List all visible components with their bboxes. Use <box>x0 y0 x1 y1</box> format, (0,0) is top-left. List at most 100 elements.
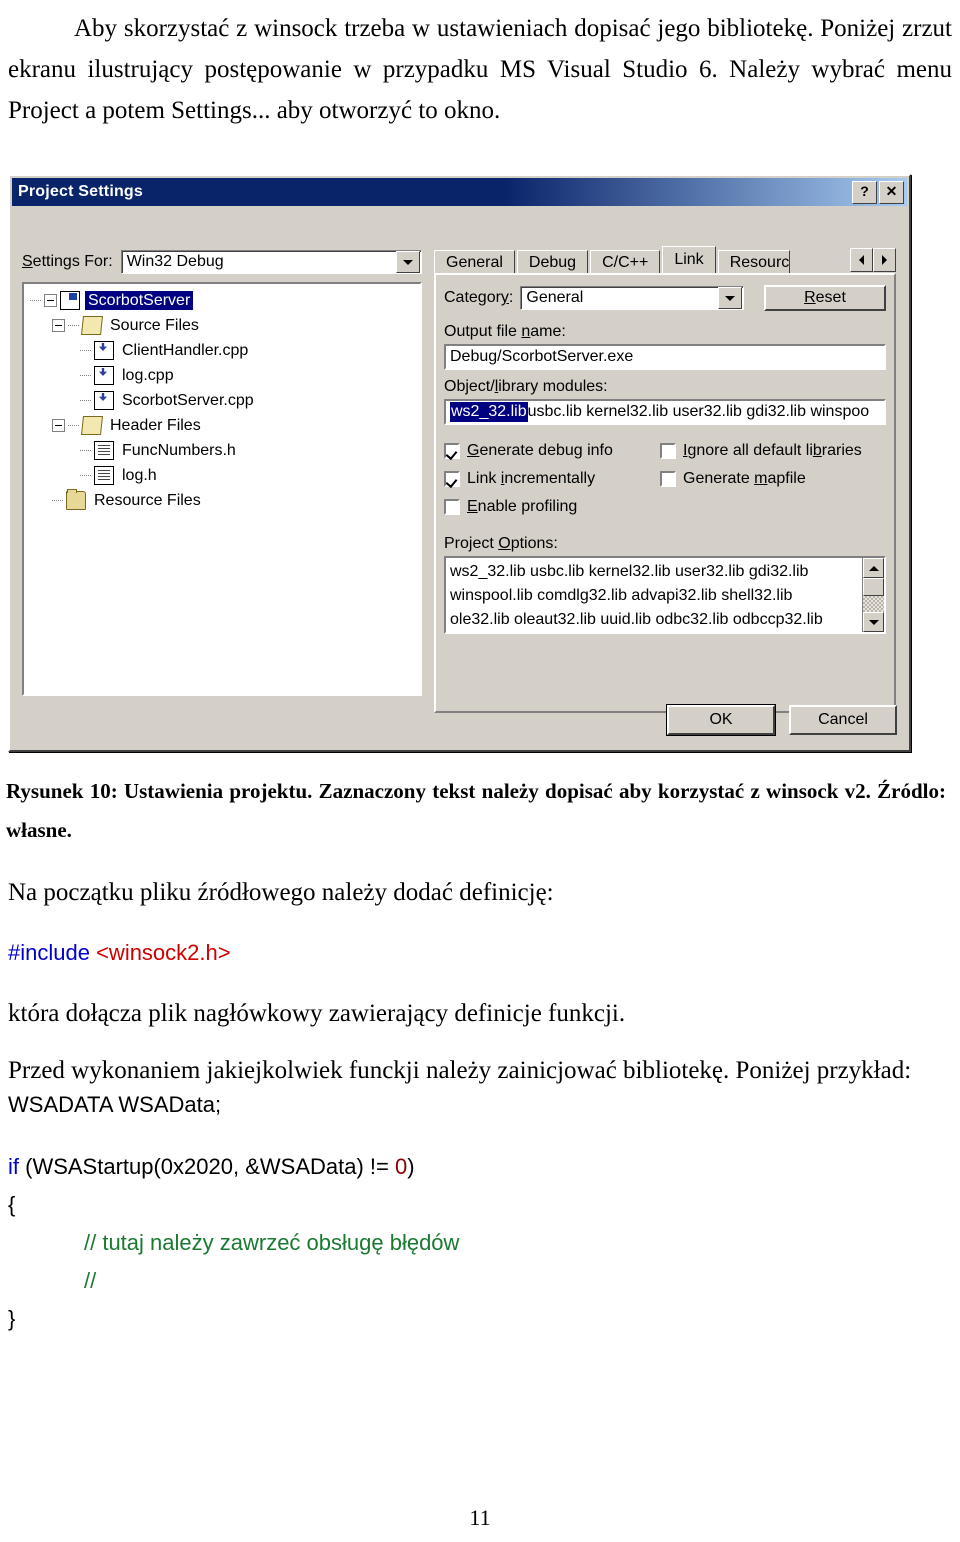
tree-item-label: Source Files <box>110 317 199 334</box>
header-file-icon <box>94 441 114 460</box>
checkbox-icon[interactable] <box>444 499 460 515</box>
project-options-line: ole32.lib oleaut32.lib uuid.lib odbc32.l… <box>450 611 823 628</box>
tree-line <box>80 400 92 401</box>
tree-line <box>68 425 80 426</box>
tree-line <box>52 500 64 501</box>
project-icon <box>60 291 80 310</box>
project-options-line: ws2_32.lib usbc.lib kernel32.lib user32.… <box>450 563 809 580</box>
checkbox-row: Generate debug info Ignore all default l… <box>444 437 886 465</box>
category-row: Category: General Reset <box>444 285 886 311</box>
intro-text-block: Aby skorzystać z winsock trzeba w ustawi… <box>8 8 952 131</box>
tab-link[interactable]: Link <box>662 246 716 273</box>
tree-item-label: ClientHandler.cpp <box>122 342 249 359</box>
tree-item-label: log.h <box>122 467 157 484</box>
left-pane: Settings For: Win32 Debug ScorbotServer <box>22 250 422 696</box>
tree-item-label: FuncNumbers.h <box>122 442 236 459</box>
output-file-value: Debug/ScorbotServer.exe <box>450 348 634 365</box>
tree-item-resource-files[interactable]: Resource Files <box>24 488 420 513</box>
object-modules-input[interactable]: ws2_32.lib usbc.lib kernel32.lib user32.… <box>444 399 886 425</box>
tree-item-scorbotserver-cpp[interactable]: ScorbotServer.cpp <box>24 388 420 413</box>
category-combo[interactable]: General <box>520 286 744 310</box>
scrollbar-track[interactable] <box>863 596 884 612</box>
output-file-label: Output file name: <box>444 323 566 340</box>
para-header-desc: która dołącza plik nagłówkowy zawierając… <box>8 1000 626 1027</box>
collapse-toggle-icon[interactable] <box>44 294 57 307</box>
para-add-definition: Na początku pliku źródłowego należy doda… <box>8 879 554 906</box>
project-options-line: winspool.lib comdlg32.lib advapi32.lib s… <box>450 587 793 604</box>
tree-line <box>80 375 92 376</box>
scrollbar-thumb[interactable] <box>863 578 884 596</box>
checkbox-generate-debug-info[interactable]: Generate debug info <box>444 442 660 460</box>
settings-for-combo[interactable]: Win32 Debug <box>120 250 422 274</box>
checkbox-enable-profiling[interactable]: Enable profiling <box>444 498 660 516</box>
checkbox-ignore-default-libraries[interactable]: Ignore all default libraries <box>660 442 862 460</box>
tab-c-cpp[interactable]: C/C++ <box>590 250 661 273</box>
code-if-expression: (WSAStartup(0x2020, &WSAData) != <box>19 1154 389 1179</box>
code-sample-block: WSADATA WSAData; if (WSAStartup(0x2020, … <box>8 1086 808 1338</box>
include-keyword: #include <box>8 940 90 965</box>
tree-line <box>80 450 92 451</box>
tree-item-log-cpp[interactable]: log.cpp <box>24 363 420 388</box>
chevron-down-icon[interactable] <box>396 251 420 273</box>
tree-item-source-files[interactable]: Source Files <box>24 313 420 338</box>
include-line: #include <winsock2.h> <box>8 935 952 971</box>
dialog-titlebar: Project Settings ? ✕ <box>12 178 907 206</box>
link-tab-page: Category: General Reset Output file name… <box>434 273 896 713</box>
checkbox-icon[interactable] <box>660 443 676 459</box>
chevron-right-icon[interactable] <box>873 248 896 272</box>
project-settings-dialog: Project Settings ? ✕ Settings For: Win32… <box>8 174 911 752</box>
checkbox-generate-mapfile[interactable]: Generate mapfile <box>660 470 806 488</box>
scroll-up-icon[interactable] <box>863 558 884 578</box>
dialog-action-buttons: OK Cancel <box>666 704 897 736</box>
checkbox-label: Ignore all default libraries <box>683 442 862 459</box>
tree-line <box>30 300 42 301</box>
settings-for-label: Settings For: <box>22 253 113 270</box>
checkbox-icon[interactable] <box>660 471 676 487</box>
checkbox-label: Generate mapfile <box>683 470 806 487</box>
project-tree[interactable]: ScorbotServer Source Files ClientHandler… <box>22 282 422 696</box>
tree-item-log-h[interactable]: log.h <box>24 463 420 488</box>
tree-item-funcnumbers-h[interactable]: FuncNumbers.h <box>24 438 420 463</box>
chevron-left-icon[interactable] <box>850 248 873 272</box>
tab-resource[interactable]: Resource <box>717 250 790 273</box>
project-options-scrollbar[interactable] <box>862 558 884 632</box>
page-number: 11 <box>469 1505 491 1530</box>
ok-button[interactable]: OK <box>666 704 776 736</box>
right-pane: General Debug C/C++ Link Resource Catego… <box>434 246 896 713</box>
tree-item-clienthandler-cpp[interactable]: ClientHandler.cpp <box>24 338 420 363</box>
tree-item-label: log.cpp <box>122 367 174 384</box>
collapse-toggle-icon[interactable] <box>52 419 65 432</box>
tree-item-label: Header Files <box>110 417 201 434</box>
project-options-box[interactable]: ws2_32.lib usbc.lib kernel32.lib user32.… <box>444 556 886 634</box>
code-line-comment-empty: // <box>84 1268 97 1293</box>
folder-open-icon <box>81 416 103 435</box>
help-icon[interactable]: ? <box>852 180 877 204</box>
close-icon[interactable]: ✕ <box>879 180 904 204</box>
scroll-down-icon[interactable] <box>863 612 884 632</box>
link-options-checkboxes: Generate debug info Ignore all default l… <box>444 437 886 521</box>
project-options-label: Project Options: <box>444 535 558 552</box>
code-number-zero: 0 <box>388 1154 408 1179</box>
settings-for-row: Settings For: Win32 Debug <box>22 250 422 274</box>
checkbox-link-incrementally[interactable]: Link incrementally <box>444 470 660 488</box>
checkbox-icon[interactable] <box>444 471 460 487</box>
code-line-if: if (WSAStartup(0x2020, &WSAData) != 0) <box>8 1148 808 1186</box>
code-if-close: ) <box>407 1154 415 1179</box>
cancel-button[interactable]: Cancel <box>789 705 897 735</box>
checkbox-icon[interactable] <box>444 443 460 459</box>
code-line-open-brace: { <box>8 1192 16 1217</box>
tree-item-header-files[interactable]: Header Files <box>24 413 420 438</box>
code-keyword-if: if <box>8 1154 19 1179</box>
reset-button[interactable]: Reset <box>764 285 886 311</box>
chevron-down-icon[interactable] <box>718 287 742 309</box>
tree-line <box>68 325 80 326</box>
checkbox-label: Generate debug info <box>467 442 613 459</box>
tab-general[interactable]: General <box>434 250 515 273</box>
tab-debug[interactable]: Debug <box>516 250 589 273</box>
cpp-file-icon <box>94 391 114 410</box>
tree-item-scorbotserver[interactable]: ScorbotServer <box>24 288 420 313</box>
output-file-input[interactable]: Debug/ScorbotServer.exe <box>444 344 886 370</box>
settings-tabs: General Debug C/C++ Link Resource <box>434 246 896 273</box>
collapse-toggle-icon[interactable] <box>52 319 65 332</box>
